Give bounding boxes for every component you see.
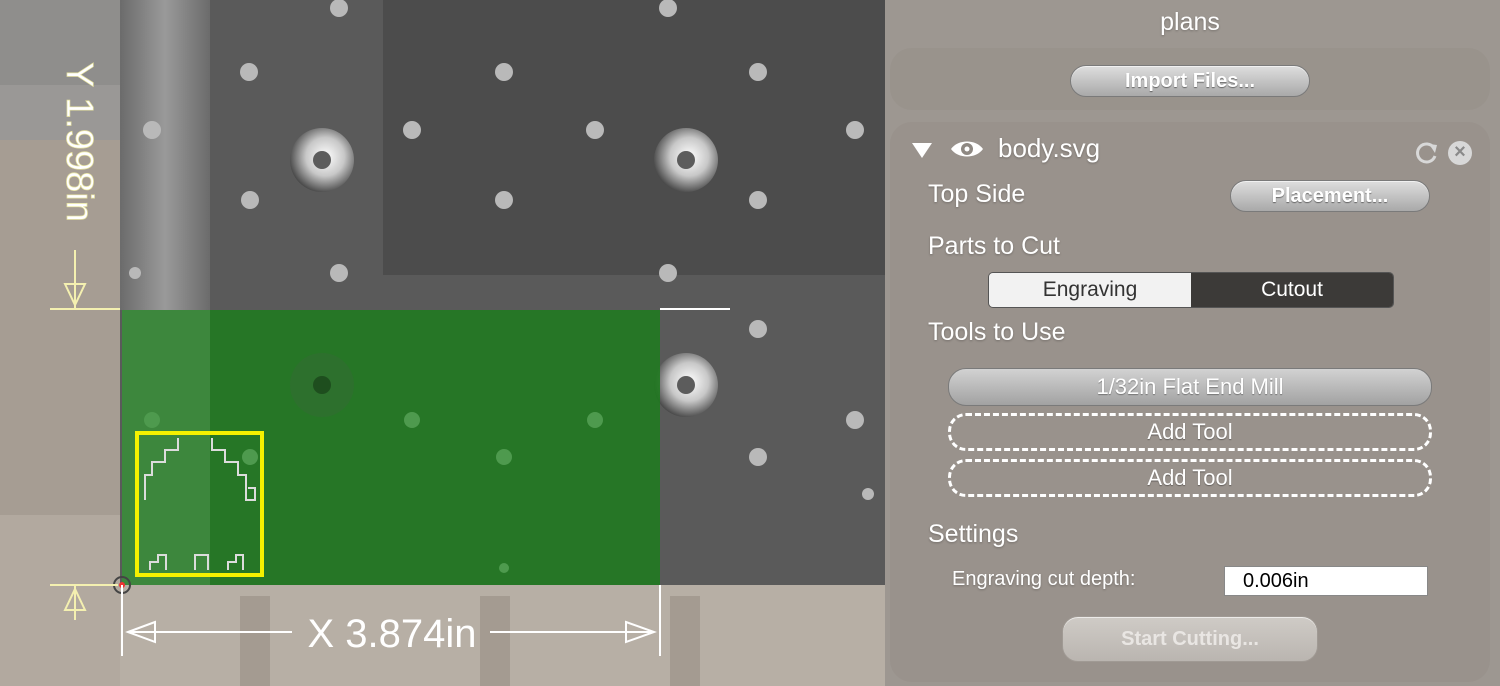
add-tool-button[interactable]: Add Tool	[948, 459, 1432, 497]
machine-post	[670, 596, 700, 686]
bed-hole	[749, 63, 767, 81]
bed-hole	[499, 563, 509, 573]
machine-view-canvas[interactable]: Y 1.998in X 3.874in	[0, 0, 890, 686]
bed-screw-center	[313, 151, 331, 169]
segment-engraving[interactable]: Engraving	[989, 273, 1191, 307]
bed-hole	[495, 63, 513, 81]
bed-hole	[404, 412, 420, 428]
top-side-label: Top Side	[928, 180, 1026, 208]
panel-title: plans	[1160, 8, 1220, 36]
bed-side-wall	[120, 0, 210, 310]
bed-hole	[242, 449, 258, 465]
bed-screw-center	[677, 376, 695, 394]
bed-hole	[749, 320, 767, 338]
engraving-depth-label: Engraving cut depth:	[952, 568, 1136, 590]
parts-segmented-control: Engraving Cutout	[988, 272, 1394, 308]
y-dimension-label: Y 1.998in	[58, 62, 100, 222]
tools-to-use-label: Tools to Use	[928, 318, 1066, 346]
settings-label: Settings	[928, 520, 1019, 548]
start-cutting-button[interactable]: Start Cutting...	[1062, 616, 1318, 662]
machine-base-left	[0, 515, 125, 686]
bed-hole	[495, 191, 513, 209]
close-icon[interactable]: ×	[1448, 141, 1472, 165]
tool-flat-end-mill-button[interactable]: 1/32in Flat End Mill	[948, 368, 1432, 406]
machine-post	[240, 596, 270, 686]
machine-post	[480, 596, 510, 686]
parts-to-cut-label: Parts to Cut	[928, 232, 1060, 260]
bed-hole	[496, 449, 512, 465]
bed-panel	[383, 0, 885, 275]
import-files-button[interactable]: Import Files...	[1070, 65, 1310, 97]
segment-cutout[interactable]: Cutout	[1191, 273, 1393, 307]
bed-hole	[129, 267, 141, 279]
engraving-depth-field[interactable]: 0.006in	[1224, 566, 1428, 596]
eye-icon[interactable]	[950, 138, 984, 165]
bed-hole	[586, 121, 604, 139]
bed-hole	[659, 264, 677, 282]
bed-hole	[749, 448, 767, 466]
placement-button[interactable]: Placement...	[1230, 180, 1430, 212]
bed-hole	[846, 121, 864, 139]
bed-hole	[587, 412, 603, 428]
file-name: body.svg	[998, 133, 1101, 163]
bed-hole	[241, 191, 259, 209]
disclosure-triangle-icon[interactable]	[912, 143, 932, 158]
bed-hole	[862, 488, 874, 500]
bed-hole	[749, 191, 767, 209]
bed-hole	[403, 121, 421, 139]
bed-hole	[240, 63, 258, 81]
reload-icon[interactable]	[1414, 140, 1440, 171]
bed-hole	[143, 121, 161, 139]
bed-hole	[144, 412, 160, 428]
bed-screw-center	[677, 151, 695, 169]
bed-screw-center	[313, 376, 331, 394]
bed-hole	[330, 264, 348, 282]
add-tool-button[interactable]: Add Tool	[948, 413, 1432, 451]
x-dimension-label: X 3.874in	[307, 612, 476, 656]
bed-hole	[846, 411, 864, 429]
